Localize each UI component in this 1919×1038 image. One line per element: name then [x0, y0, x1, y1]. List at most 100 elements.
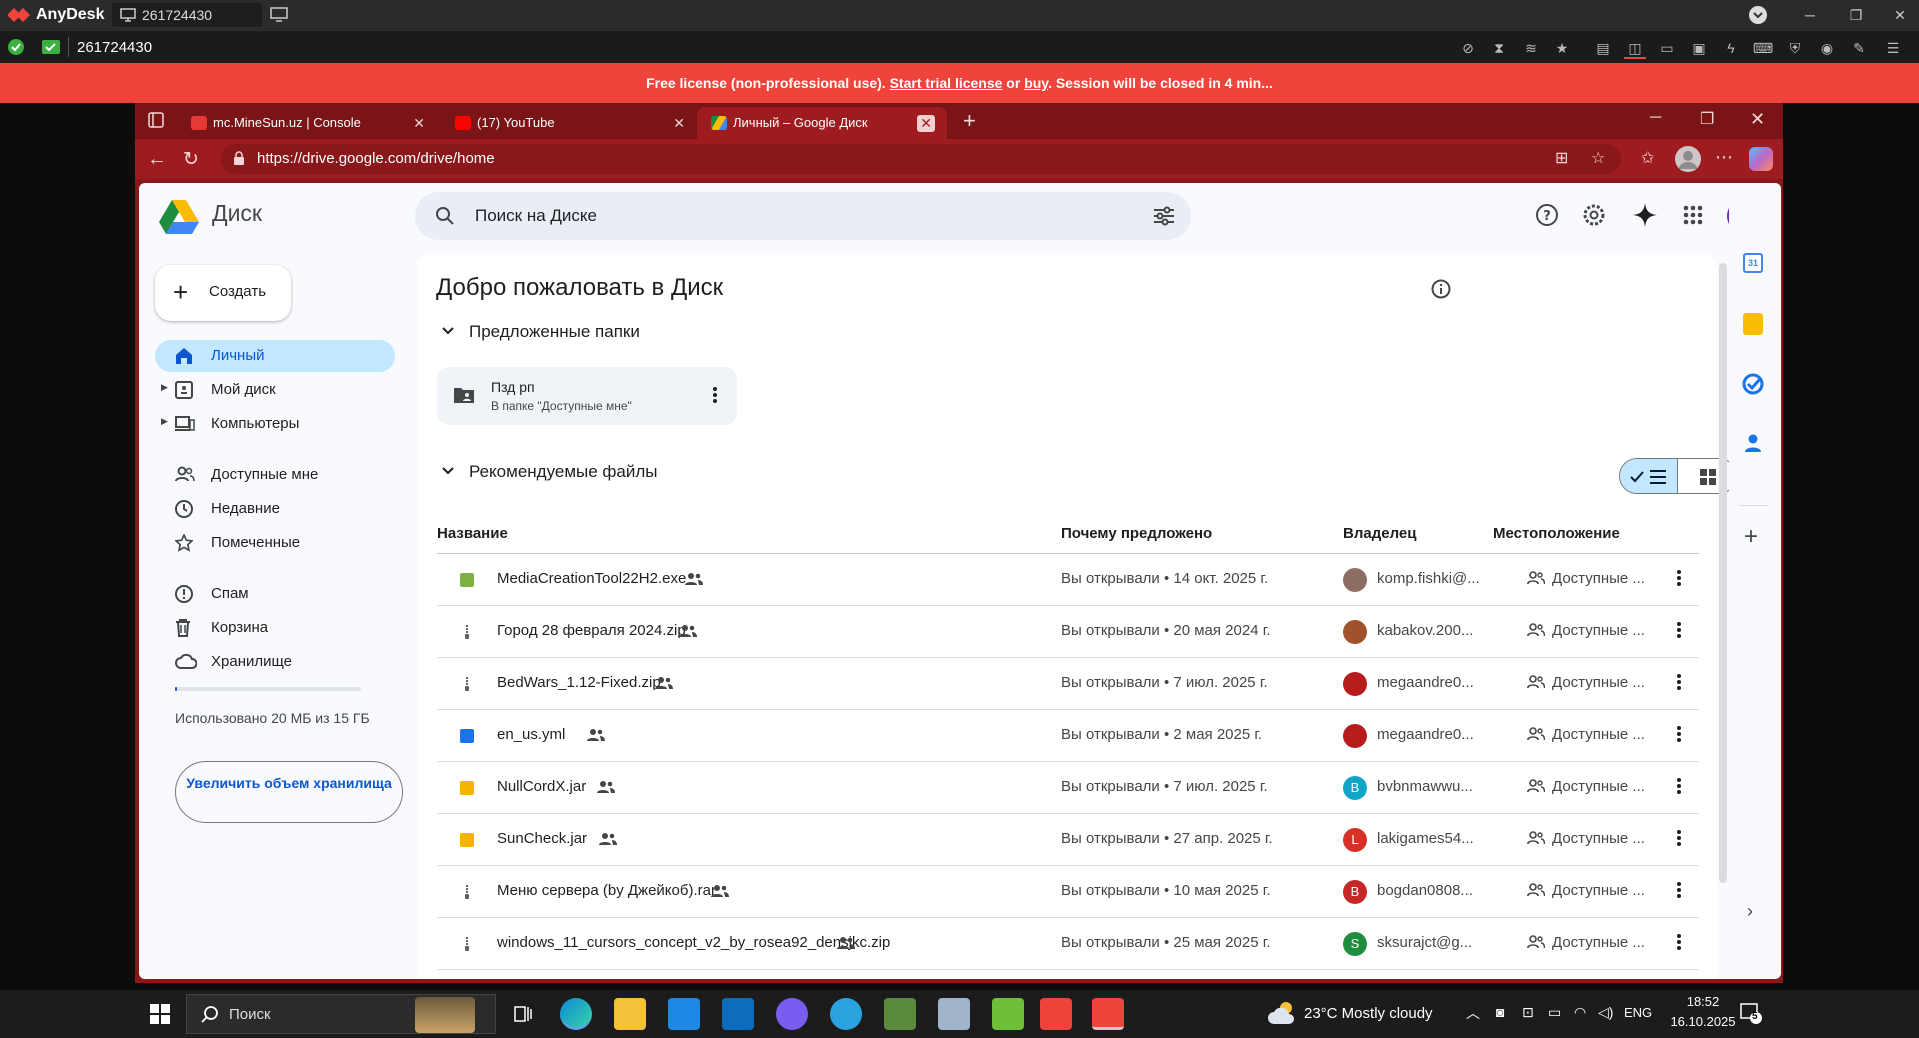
sidebar-item-trash[interactable]: Корзина [155, 612, 395, 644]
suggested-folders-header[interactable]: Предложенные папки [441, 322, 640, 342]
sidebar-item-spam[interactable]: Спам [155, 578, 395, 610]
tab-actions-icon[interactable] [148, 112, 164, 128]
table-row[interactable]: windows_11_cursors_concept_v2_by_rosea92… [437, 918, 1699, 970]
hamburger-menu-icon[interactable]: ☰ [1882, 37, 1904, 59]
minecraft-launcher-icon[interactable] [992, 998, 1024, 1030]
apps-grid-icon[interactable] [1683, 205, 1703, 225]
browser-minimize-button[interactable]: ─ [1650, 109, 1661, 127]
sidebar-item-home[interactable]: Личный [155, 340, 395, 372]
keyboard-icon[interactable]: ⌨ [1752, 37, 1774, 59]
close-tab-icon[interactable]: ✕ [673, 115, 685, 132]
scrollbar[interactable] [1719, 263, 1727, 883]
close-tab-icon[interactable]: ✕ [917, 115, 935, 132]
table-row[interactable]: Меню сервера (by Джейкоб).rar Вы открывал… [437, 866, 1699, 918]
table-row[interactable]: NullCordX.jar Вы открывали • 7 июл. 2025 … [437, 762, 1699, 814]
more-vert-icon[interactable] [1677, 778, 1681, 794]
lock-icon[interactable] [233, 151, 245, 166]
sidebar-item-starred[interactable]: Помеченные [155, 527, 395, 559]
column-header-location[interactable]: Местоположение [1493, 525, 1620, 542]
minecraft-icon[interactable] [884, 998, 916, 1030]
more-options-icon[interactable]: ⋯ [1715, 147, 1733, 168]
sidebar-item-recent[interactable]: Недавние [155, 493, 395, 525]
display-icon[interactable]: ▭ [1656, 37, 1678, 59]
file-explorer-icon[interactable] [614, 998, 646, 1030]
drive-logo-text[interactable]: Диск [212, 200, 262, 227]
tasks-icon[interactable] [1742, 373, 1764, 395]
chevron-down-icon[interactable] [441, 324, 455, 338]
table-row[interactable]: MediaCreationTool22H2.exe Вы открывали • … [437, 554, 1699, 606]
language-indicator[interactable]: ENG [1624, 1005, 1652, 1020]
wifi-icon[interactable]: ◠ [1574, 1004, 1586, 1021]
more-vert-icon[interactable] [1677, 622, 1681, 638]
chevron-right-icon[interactable]: › [1747, 901, 1753, 922]
edge-browser-icon[interactable] [560, 998, 592, 1030]
new-session-icon[interactable] [270, 7, 288, 23]
anydesk-taskbar-icon[interactable] [1040, 998, 1072, 1030]
favorites-icon[interactable]: ✩ [1641, 148, 1654, 168]
search-input[interactable]: Поиск на Диске [475, 206, 597, 226]
table-row[interactable]: SunCheck.jar Вы открывали • 27 апр. 2025 … [437, 814, 1699, 866]
sidebar-item-shared[interactable]: Доступные мне [155, 459, 395, 491]
lightning-icon[interactable]: ϟ [1720, 37, 1742, 59]
search-icon[interactable] [435, 206, 455, 226]
gemini-sparkle-icon[interactable] [1632, 202, 1658, 228]
app-install-icon[interactable]: ⊞ [1555, 148, 1568, 168]
battery-icon[interactable]: ▭ [1548, 1004, 1561, 1021]
pen-icon[interactable]: ✎ [1848, 37, 1870, 59]
create-button[interactable]: + Создать [155, 265, 291, 321]
more-vert-icon[interactable] [1677, 726, 1681, 742]
help-icon[interactable]: ? [1535, 203, 1559, 227]
microsoft-store-icon[interactable] [668, 998, 700, 1030]
browser-close-button[interactable]: ✕ [1750, 109, 1765, 130]
url-bar[interactable]: https://drive.google.com/drive/home ⊞ ☆ [221, 144, 1621, 174]
close-button[interactable]: ✕ [1882, 4, 1918, 26]
list-view-button[interactable] [1620, 459, 1678, 493]
more-vert-icon[interactable] [1677, 882, 1681, 898]
add-addon-icon[interactable]: + [1744, 523, 1758, 551]
photos-icon[interactable] [938, 998, 970, 1030]
favorite-star-icon[interactable]: ★ [1551, 37, 1573, 59]
more-vert-icon[interactable] [1677, 674, 1681, 690]
browser-restore-button[interactable]: ❐ [1700, 109, 1714, 129]
calendar-icon[interactable]: 31 [1743, 253, 1763, 273]
search-bar[interactable]: Поиск на Диске [415, 192, 1191, 240]
new-tab-icon[interactable]: + [963, 108, 976, 134]
folder-card[interactable]: Пзд рп В папке "Доступные мне" [437, 367, 737, 425]
volume-icon[interactable]: ◁) [1598, 1004, 1613, 1021]
anydesk-session-tab[interactable]: 261724430 [112, 3, 262, 27]
recommended-files-header[interactable]: Рекомендуемые файлы [441, 462, 658, 482]
record-icon[interactable]: ◉ [1816, 37, 1838, 59]
keep-icon[interactable] [1743, 313, 1763, 335]
notifications-icon[interactable] [1740, 1002, 1762, 1024]
table-row[interactable]: en_us.yml Вы открывали • 2 мая 2025 г. meg… [437, 710, 1699, 762]
chat-icon[interactable]: ▣ [1688, 37, 1710, 59]
contacts-icon[interactable] [1743, 433, 1763, 453]
mail-icon[interactable] [722, 998, 754, 1030]
expand-caret-icon[interactable]: ▶ [161, 416, 168, 427]
back-arrow-icon[interactable]: ← [147, 148, 167, 171]
upgrade-storage-button[interactable]: Увеличить объем хранилища [175, 761, 403, 823]
start-trial-link[interactable]: Start trial license [890, 75, 1003, 91]
settings-gear-icon[interactable] [1582, 203, 1606, 227]
chevron-up-icon[interactable]: ︿ [1466, 1003, 1480, 1023]
search-filters-icon[interactable] [1153, 206, 1175, 226]
drive-logo-icon[interactable] [159, 199, 199, 235]
expand-caret-icon[interactable]: ▶ [161, 382, 168, 393]
table-row[interactable]: BedWars_1.12-Fixed.zip Вы открывали • 7 и… [437, 658, 1699, 710]
tab-google-drive[interactable]: Личный – Google Диск ✕ [697, 107, 947, 139]
column-header-name[interactable]: Название [437, 525, 508, 542]
hourglass-icon[interactable]: ⧗ [1488, 37, 1510, 59]
windows-start-icon[interactable] [150, 1004, 170, 1024]
info-icon[interactable] [1431, 279, 1451, 299]
more-vert-icon[interactable] [713, 387, 717, 403]
more-vert-icon[interactable] [1677, 570, 1681, 586]
weather-cloud-icon[interactable] [1268, 1000, 1296, 1026]
chevron-down-icon[interactable] [441, 464, 455, 478]
table-row[interactable]: Город 28 февраля 2024.zip Вы открывали • … [437, 606, 1699, 658]
column-header-why[interactable]: Почему предложено [1061, 525, 1212, 542]
task-view-icon[interactable] [512, 1004, 532, 1024]
tab-youtube[interactable]: (17) YouTube ✕ [441, 107, 697, 139]
database-icon[interactable]: ≋ [1520, 37, 1542, 59]
recording-tray-icon[interactable]: ⊡ [1522, 1004, 1534, 1021]
more-vert-icon[interactable] [1677, 934, 1681, 950]
